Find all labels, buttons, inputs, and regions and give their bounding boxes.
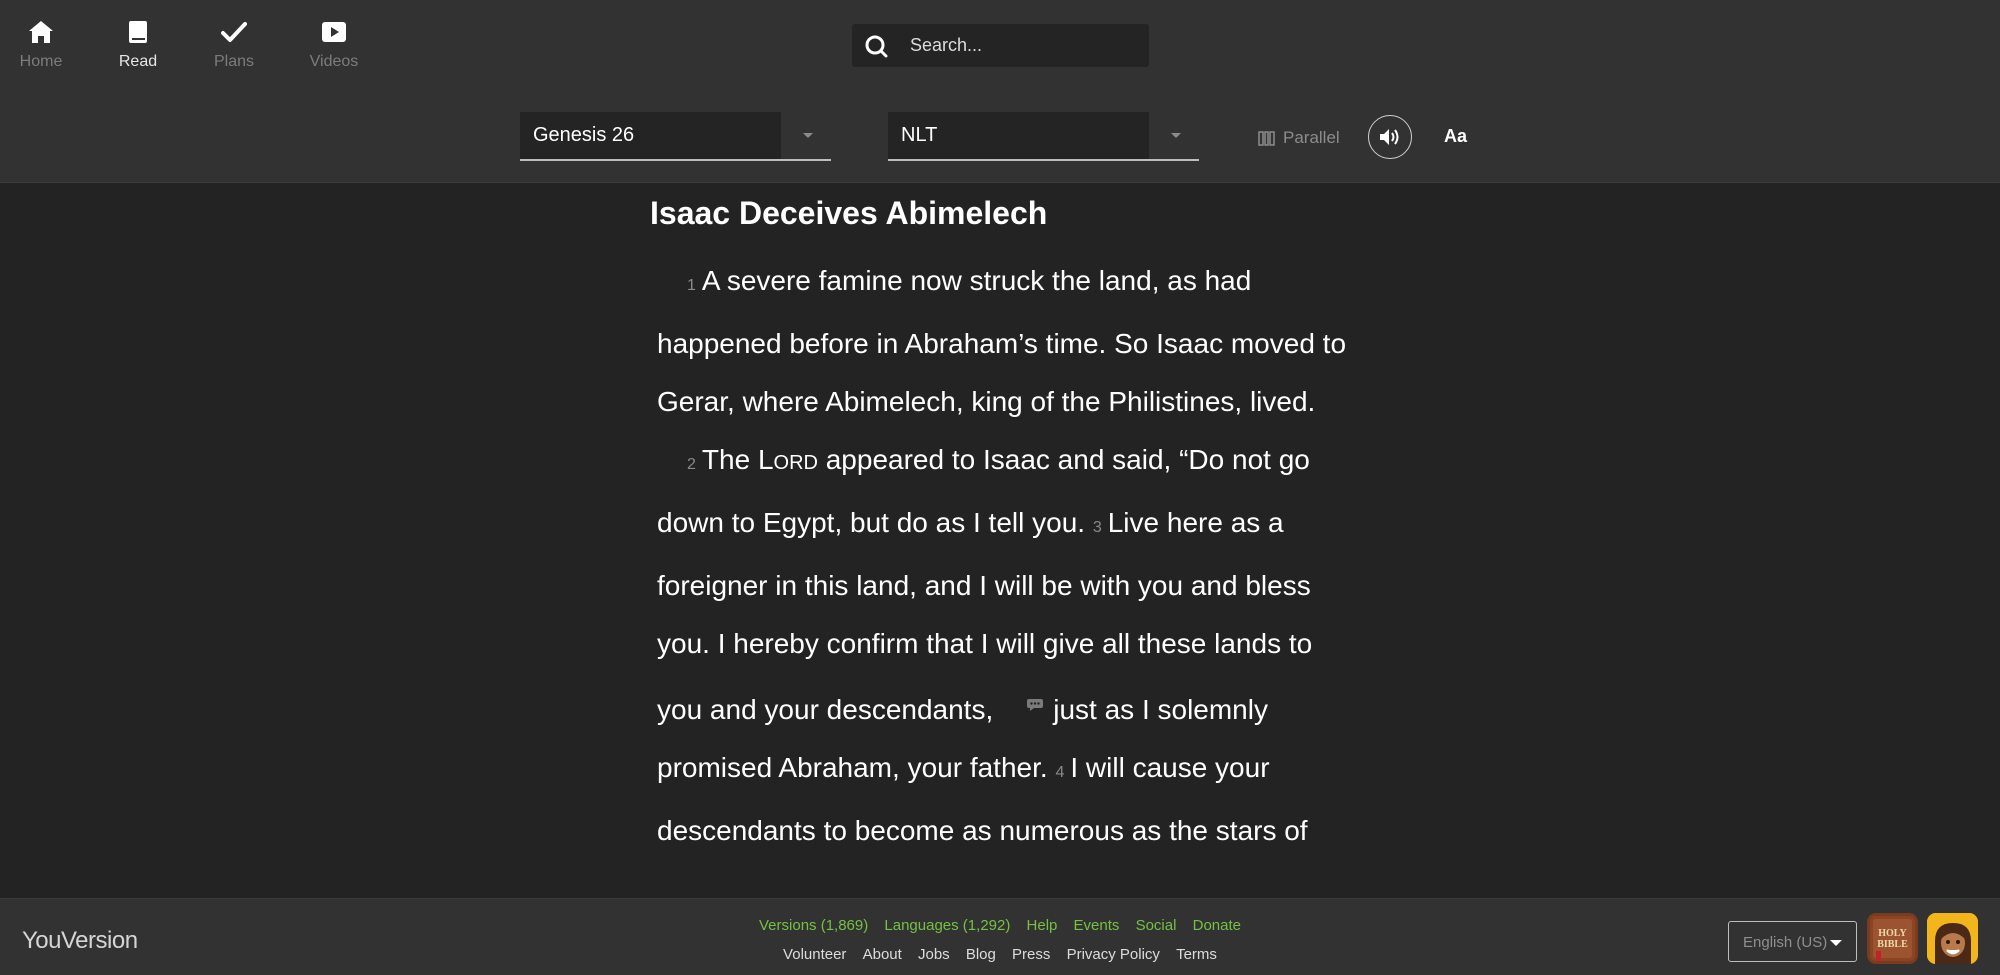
font-settings-button[interactable]: Aa xyxy=(1444,126,1467,147)
footer-link-social[interactable]: Social xyxy=(1136,917,1177,934)
svg-text:BIBLE: BIBLE xyxy=(1877,939,1908,950)
verse-text: Live here as a foreigner in this land, a… xyxy=(657,507,1313,725)
footer-link-donate[interactable]: Donate xyxy=(1193,917,1241,934)
play-icon xyxy=(322,22,346,42)
divine-name: Lord xyxy=(757,444,818,475)
search-icon xyxy=(865,35,888,58)
footer: YouVersion Versions (1,869) Languages (1… xyxy=(0,898,2000,975)
footer-link-help[interactable]: Help xyxy=(1027,917,1058,934)
book-chapter-select[interactable]: Genesis 26 xyxy=(520,112,831,161)
footer-link-volunteer[interactable]: Volunteer xyxy=(783,946,846,963)
footer-link-about[interactable]: About xyxy=(863,946,902,963)
footer-link-privacy[interactable]: Privacy Policy xyxy=(1067,946,1160,963)
version-value: NLT xyxy=(901,124,938,146)
check-icon xyxy=(221,22,247,42)
parallel-icon xyxy=(1258,130,1275,146)
parallel-label: Parallel xyxy=(1283,128,1340,147)
bible-app-icon[interactable]: HOLY BIBLE xyxy=(1867,913,1918,964)
chevron-down-icon xyxy=(1830,940,1842,946)
verse-paragraph: 2 The Lord appeared to Isaac and said, “D… xyxy=(657,431,1350,860)
chevron-down-icon xyxy=(803,133,813,138)
language-select[interactable]: English (US) xyxy=(1728,921,1857,962)
verse-text: A severe famine now struck the land, as … xyxy=(657,265,1347,417)
nav-home-label: Home xyxy=(19,53,63,70)
kids-bible-app-icon[interactable] xyxy=(1927,913,1978,964)
search-box[interactable] xyxy=(852,24,1149,67)
footer-link-blog[interactable]: Blog xyxy=(966,946,996,963)
footer-links-bottom: Volunteer About Jobs Blog Press Privacy … xyxy=(0,946,2000,963)
parallel-button[interactable]: Parallel xyxy=(1258,126,1340,150)
verse-number: 4 xyxy=(1055,764,1065,781)
audio-button[interactable] xyxy=(1368,115,1412,159)
footer-link-jobs[interactable]: Jobs xyxy=(918,946,950,963)
verse-number: 3 xyxy=(1092,519,1102,536)
search-input[interactable] xyxy=(910,24,1140,67)
footer-link-events[interactable]: Events xyxy=(1074,917,1120,934)
version-field: NLT xyxy=(888,112,1149,159)
book-chapter-field: Genesis 26 xyxy=(520,112,781,159)
reader-content: Isaac Deceives Abimelech 1A severe famin… xyxy=(650,195,1350,860)
footer-link-versions[interactable]: Versions (1,869) xyxy=(759,917,868,934)
footer-link-press[interactable]: Press xyxy=(1012,946,1050,963)
version-select[interactable]: NLT xyxy=(888,112,1199,161)
verse-text: The xyxy=(701,444,758,475)
verse-number: 2 xyxy=(687,456,696,473)
svg-text:HOLY: HOLY xyxy=(1878,928,1907,939)
nav-plans-label: Plans xyxy=(213,53,255,70)
home-icon xyxy=(29,21,53,43)
nav-read-label: Read xyxy=(118,53,158,70)
nav-plans[interactable]: Plans xyxy=(189,20,279,71)
speaker-icon xyxy=(1380,129,1399,145)
verse-paragraph: 1A severe famine now struck the land, as… xyxy=(657,252,1350,431)
nav-videos[interactable]: Videos xyxy=(289,20,379,71)
book-icon xyxy=(129,21,147,43)
nav-videos-label: Videos xyxy=(309,53,359,70)
nav-home[interactable]: Home xyxy=(0,20,86,71)
footnote-icon[interactable] xyxy=(997,673,1044,731)
top-header: Home Read Plans Videos Genesis 26 NLT Pa… xyxy=(0,0,2000,183)
book-chapter-value: Genesis 26 xyxy=(533,124,635,146)
nav-read[interactable]: Read xyxy=(93,20,183,71)
section-heading: Isaac Deceives Abimelech xyxy=(650,195,1048,231)
footer-links-top: Versions (1,869) Languages (1,292) Help … xyxy=(0,917,2000,934)
chevron-down-icon xyxy=(1171,133,1181,138)
footer-link-terms[interactable]: Terms xyxy=(1176,946,1217,963)
language-value: English (US) xyxy=(1743,934,1828,951)
verse-number: 1 xyxy=(687,277,696,294)
footer-link-languages[interactable]: Languages (1,292) xyxy=(884,917,1010,934)
